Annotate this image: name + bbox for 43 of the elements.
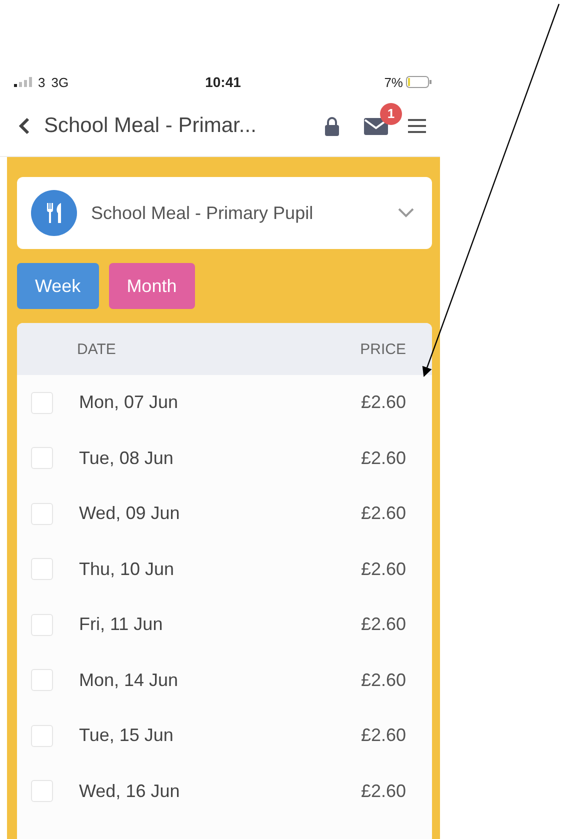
row-checkbox[interactable] xyxy=(31,447,53,470)
date-cell-text: Thu, 10 Jun xyxy=(79,558,176,580)
price-cell: £2.60 xyxy=(360,503,406,524)
price-cell: £2.60 xyxy=(360,780,406,802)
date-cell-text: Wed, 16 Jun xyxy=(79,780,181,802)
date-cell-text: Wed, 09 Jun xyxy=(79,503,181,524)
date-cell-text: Tue, 08 Jun xyxy=(79,448,174,469)
meal-dropdown[interactable]: School Meal - Primary Pupil xyxy=(17,177,432,249)
date-cell-text: Tue, 15 Jun xyxy=(79,725,174,746)
price-cell: £2.60 xyxy=(360,448,406,469)
row-checkbox[interactable] xyxy=(31,724,53,747)
row-checkbox[interactable] xyxy=(31,392,53,414)
row-checkbox[interactable] xyxy=(31,558,53,580)
row-checkbox[interactable] xyxy=(31,669,53,692)
back-button[interactable] xyxy=(18,117,30,135)
price-cell: £2.60 xyxy=(360,670,406,691)
column-header: DATE xyxy=(77,340,117,358)
price-cell: £2.60 xyxy=(360,392,406,414)
notification-badge: 1 xyxy=(380,102,402,124)
mail-button[interactable] xyxy=(364,118,388,134)
cutlery-icon xyxy=(31,190,77,236)
page-title: School Meal - Primar... xyxy=(44,114,258,138)
date-cell-text: Fri, 11 Jun xyxy=(79,614,164,636)
row-checkbox[interactable] xyxy=(31,614,53,636)
clock-text: 10:41 xyxy=(204,74,242,90)
signal-icon xyxy=(14,77,32,87)
carrier-text: 3 xyxy=(38,74,46,90)
lock-button[interactable] xyxy=(324,116,340,136)
battery-icon xyxy=(406,76,432,88)
menu-button[interactable] xyxy=(408,118,426,134)
date-cell-text: Mon, 14 Jun xyxy=(79,670,180,691)
view-button[interactable]: Week xyxy=(17,263,99,309)
row-checkbox[interactable] xyxy=(31,502,53,525)
battery-text: 7% xyxy=(384,74,403,90)
price-cell: £2.60 xyxy=(360,614,406,636)
row-checkbox[interactable] xyxy=(31,780,53,802)
column-header: PRICE xyxy=(360,340,406,358)
date-cell-text: Mon, 07 Jun xyxy=(79,392,180,414)
view-button[interactable]: Month xyxy=(108,263,195,309)
network-text: 3G xyxy=(51,74,69,90)
price-cell: £2.60 xyxy=(360,725,406,746)
price-cell: £2.60 xyxy=(360,558,406,580)
chevron-down-icon xyxy=(398,208,414,218)
